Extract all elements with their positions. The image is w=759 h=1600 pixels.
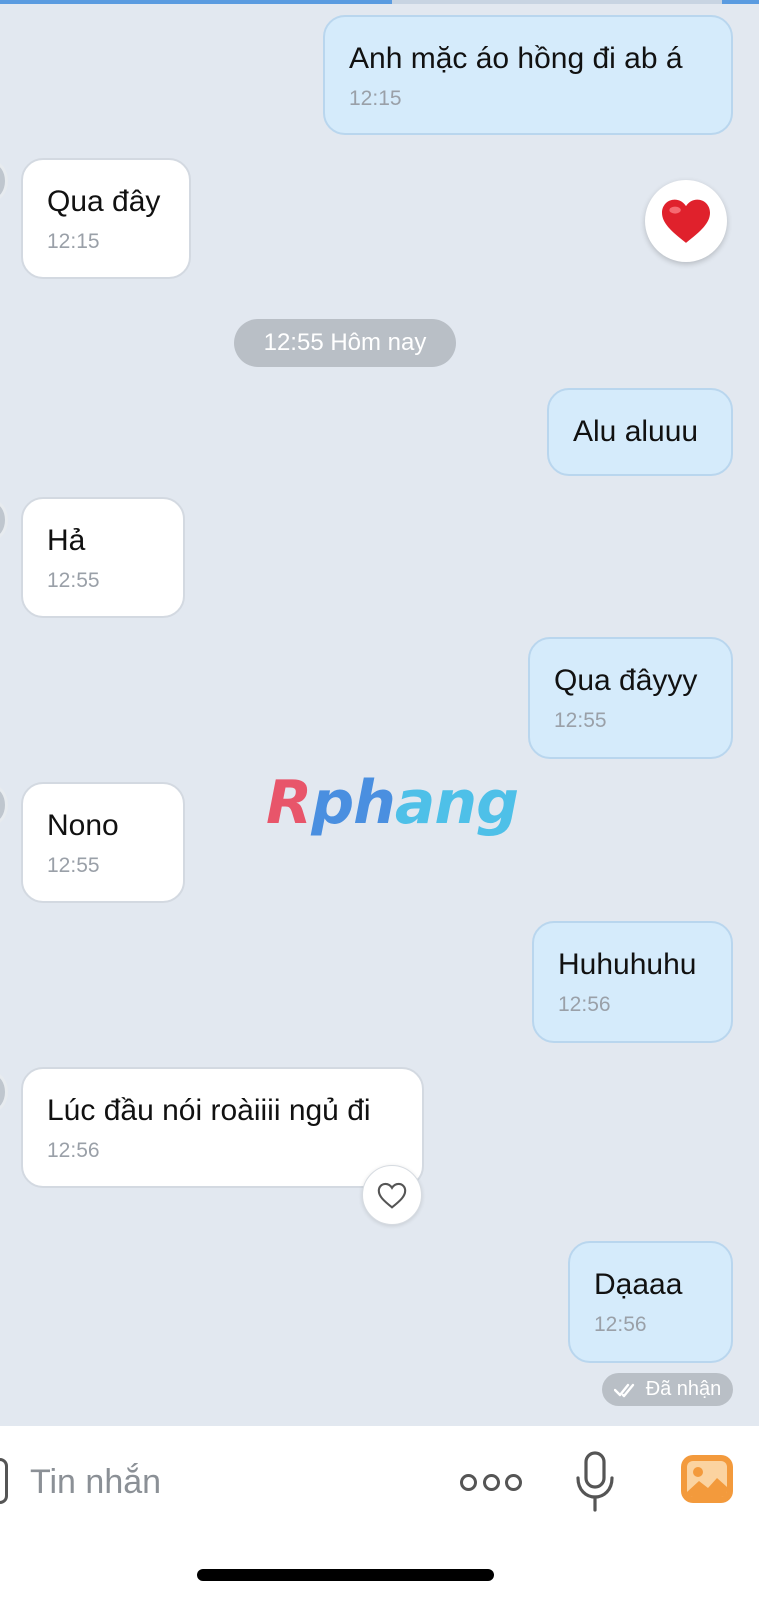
message-incoming[interactable]: Qua đây 12:15 bbox=[21, 158, 191, 279]
message-time: 12:55 bbox=[47, 854, 100, 877]
sticker-button[interactable] bbox=[0, 1458, 8, 1504]
message-incoming[interactable]: Hả 12:55 bbox=[21, 497, 185, 618]
double-check-icon bbox=[613, 1383, 634, 1397]
message-outgoing[interactable]: Huhuhuhu 12:56 bbox=[532, 921, 733, 1043]
heart-reaction-icon[interactable] bbox=[645, 180, 727, 262]
message-outgoing[interactable]: Qua đâyyy 12:55 bbox=[528, 637, 733, 759]
sender-avatar[interactable] bbox=[0, 785, 8, 825]
message-text: Anh mặc áo hồng đi ab á bbox=[349, 42, 683, 75]
microphone-icon[interactable] bbox=[572, 1450, 618, 1514]
gallery-icon[interactable] bbox=[680, 1454, 734, 1504]
sender-avatar[interactable] bbox=[0, 500, 8, 540]
message-text: Alu aluuu bbox=[573, 415, 699, 448]
message-time: 12:15 bbox=[47, 230, 100, 253]
status-text: Đã nhận bbox=[645, 1378, 722, 1400]
home-indicator bbox=[197, 1569, 494, 1581]
message-text: Lúc đầu nói roàiiii ngủ đi bbox=[47, 1094, 371, 1127]
message-time: 12:56 bbox=[47, 1139, 100, 1162]
sender-avatar[interactable] bbox=[0, 161, 8, 201]
message-incoming[interactable]: Nono 12:55 bbox=[21, 782, 185, 903]
message-text: Dạaaa bbox=[594, 1268, 683, 1301]
chat-thread[interactable]: Anh mặc áo hồng đi ab á 12:15 Qua đây 12… bbox=[0, 0, 759, 1426]
date-divider: 12:55 Hôm nay bbox=[234, 319, 456, 367]
message-outgoing[interactable]: Anh mặc áo hồng đi ab á 12:15 bbox=[323, 15, 733, 135]
more-icon[interactable] bbox=[460, 1462, 522, 1502]
heart-outline-icon bbox=[377, 1182, 407, 1209]
message-input[interactable] bbox=[30, 1452, 430, 1512]
sender-avatar[interactable] bbox=[0, 1072, 8, 1112]
message-time: 12:15 bbox=[349, 87, 402, 110]
message-time: 12:56 bbox=[558, 993, 611, 1016]
message-time: 12:55 bbox=[47, 569, 100, 592]
delivery-status: Đã nhận bbox=[602, 1373, 733, 1406]
message-text: Qua đâyyy bbox=[554, 664, 698, 697]
message-text: Qua đây bbox=[47, 185, 161, 218]
message-time: 12:56 bbox=[594, 1313, 647, 1336]
message-text: Huhuhuhu bbox=[558, 948, 697, 981]
message-outgoing[interactable]: Dạaaa 12:56 bbox=[568, 1241, 733, 1363]
watermark-logo: Rphang bbox=[266, 768, 519, 838]
message-outgoing[interactable]: Alu aluuu bbox=[547, 388, 733, 476]
message-incoming[interactable]: Lúc đầu nói roàiiii ngủ đi 12:56 bbox=[21, 1067, 424, 1188]
react-button[interactable] bbox=[362, 1165, 422, 1225]
message-time: 12:55 bbox=[554, 709, 607, 732]
message-text: Hả bbox=[47, 524, 86, 557]
message-text: Nono bbox=[47, 809, 119, 842]
